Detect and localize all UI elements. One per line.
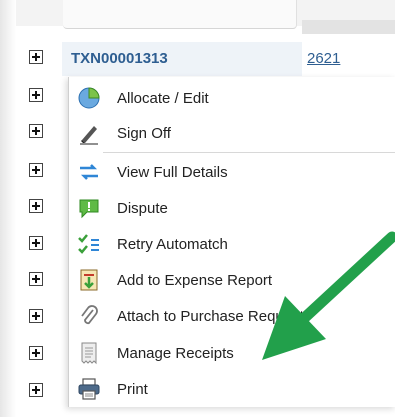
transaction-id[interactable]: TXN00001313 (71, 50, 168, 67)
left-edge-shadow (0, 0, 16, 417)
pie-chart-icon (78, 87, 100, 109)
menu-item-label: Print (117, 381, 148, 398)
expand-row-icon[interactable] (29, 309, 43, 323)
swap-arrows-icon (80, 164, 98, 180)
expand-row-icon[interactable] (29, 50, 43, 64)
printer-icon (78, 378, 100, 400)
expand-row-icon[interactable] (29, 383, 43, 397)
menu-item-label: Attach to Purchase Request (117, 308, 304, 325)
menu-item-label: Dispute (117, 200, 168, 217)
menu-item-add-to-expense-report[interactable]: Add to Expense Report (69, 262, 395, 298)
checklist-icon (78, 234, 99, 254)
menu-item-retry-automatch[interactable]: Retry Automatch (69, 226, 395, 262)
menu-item-label: Manage Receipts (117, 345, 234, 362)
menu-item-attach-to-purchase-request[interactable]: Attach to Purchase Request (69, 298, 395, 334)
expand-row-icon[interactable] (29, 124, 43, 138)
menu-item-label: Add to Expense Report (117, 272, 273, 289)
expand-row-icon[interactable] (29, 236, 43, 250)
pen-icon (80, 126, 98, 145)
menu-item-label: Sign Off (117, 125, 171, 142)
menu-item-label: Allocate / Edit (117, 90, 209, 107)
reference-number-link[interactable]: 2621 (307, 50, 340, 67)
grid-header-column-2 (302, 20, 395, 34)
expand-row-icon[interactable] (29, 88, 43, 102)
context-menu: Allocate / Edit Sign Off View Full Detai… (68, 77, 395, 407)
menu-item-manage-receipts[interactable]: Manage Receipts (69, 335, 395, 371)
expand-row-icon[interactable] (29, 346, 43, 360)
screenshot-frame: TXN00001313 2621 Allocate / Edit Sign Of… (0, 0, 395, 417)
menu-item-view-full-details[interactable]: View Full Details (69, 154, 395, 190)
paperclip-icon (81, 305, 98, 325)
menu-item-label: Retry Automatch (117, 236, 228, 253)
menu-item-dispute[interactable]: Dispute (69, 190, 395, 226)
receipt-icon (81, 342, 97, 365)
menu-item-sign-off[interactable]: Sign Off (69, 115, 395, 151)
menu-separator (103, 152, 395, 153)
menu-item-allocate-edit[interactable]: Allocate / Edit (69, 80, 395, 116)
speech-bubble-alert-icon (79, 199, 99, 219)
expand-row-icon[interactable] (29, 272, 43, 286)
expand-row-icon[interactable] (29, 163, 43, 177)
menu-item-print[interactable]: Print (69, 371, 395, 407)
menu-item-label: View Full Details (117, 164, 228, 181)
document-add-icon (80, 269, 98, 291)
grid-header-column (63, 0, 297, 29)
expand-row-icon[interactable] (29, 199, 43, 213)
